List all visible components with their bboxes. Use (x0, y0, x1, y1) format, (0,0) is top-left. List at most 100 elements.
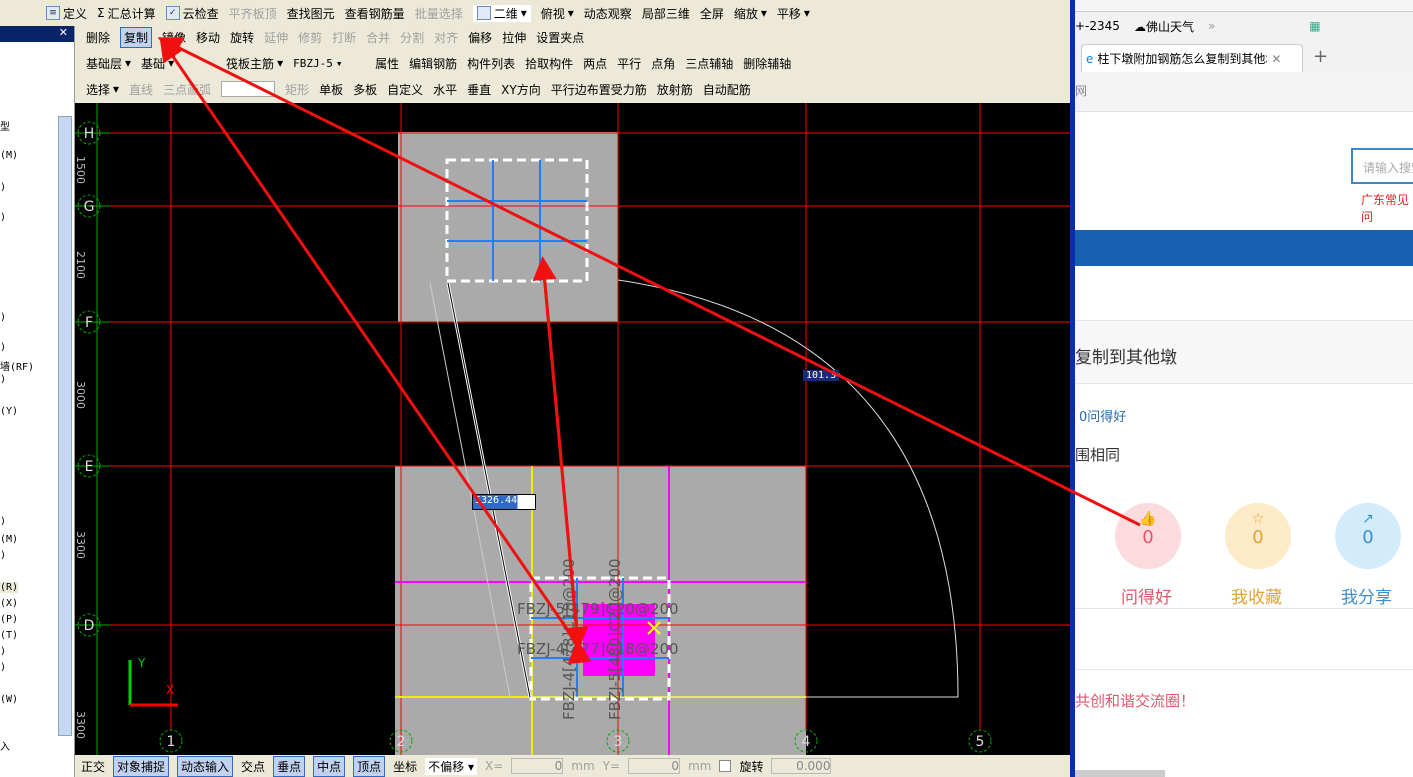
toolbar-item[interactable]: 平齐板顶 (229, 5, 277, 22)
multi-slab-button[interactable]: 多板 (353, 81, 377, 98)
rotate-checkbox[interactable] (719, 760, 732, 772)
parallel-button[interactable]: 平行 (617, 55, 641, 72)
toolbar-item[interactable]: 动态观察 (584, 5, 632, 22)
tree-item[interactable]: ) (0, 212, 6, 223)
two-point-button[interactable]: 两点 (583, 55, 607, 72)
browser-tab[interactable]: e 柱下墩附加钢筋怎么复制到其他墩 ✕ (1081, 44, 1303, 72)
set-grip-button[interactable]: 设置夹点 (536, 29, 584, 46)
type-select[interactable]: 筏板主筋 ▾ (226, 55, 283, 72)
toolbar-item[interactable]: 查找图元 (287, 5, 335, 22)
tree-item[interactable]: ) (0, 312, 6, 323)
rotate-button[interactable]: 旋转 (230, 29, 254, 46)
coordinate-toggle[interactable]: 坐标 (393, 758, 417, 775)
tree-item[interactable]: ) (0, 182, 6, 193)
line-button[interactable]: 直线 (129, 81, 153, 98)
auto-rebar-button[interactable]: 自动配筋 (703, 81, 751, 98)
merge-button[interactable]: 合并 (366, 29, 390, 46)
toolbar-item[interactable]: ✓ 云检查 (165, 5, 219, 22)
toolbar-item[interactable]: 全屏 (700, 5, 724, 22)
ortho-toggle[interactable]: 正交 (81, 758, 105, 775)
point-angle-button[interactable]: 点角 (651, 55, 675, 72)
view-2d-dropdown[interactable]: 二维 ▾ (472, 4, 531, 22)
action-2-button[interactable]: ↗ 0 (1335, 503, 1401, 569)
component-list-button[interactable]: 构件列表 (467, 55, 515, 72)
cad-drawing[interactable]: FBZJ-5[479]C20@200 FBZJ-4[477]C18@200FBZJ… (75, 103, 1070, 755)
vertex-toggle[interactable]: 顶点 (353, 755, 386, 777)
copy-button[interactable]: 复制 (120, 26, 153, 48)
radial-rebar-button[interactable]: 放射筋 (657, 81, 693, 98)
align-button[interactable]: 对齐 (434, 29, 458, 46)
apps-icon[interactable]: ▦ (1309, 19, 1320, 33)
close-tab-icon[interactable]: ✕ (1271, 52, 1281, 66)
toolbar-item[interactable]: Σ 汇总计算 (97, 5, 156, 22)
dynamic-input-toggle[interactable]: 动态输入 (177, 755, 234, 777)
toolbar-item[interactable]: ≡ 定义 (46, 5, 87, 22)
offset-button[interactable]: 偏移 (468, 29, 492, 46)
midpoint-toggle[interactable]: 中点 (313, 755, 346, 777)
tree-item[interactable]: ) (0, 374, 6, 385)
tree-item[interactable]: ) (0, 662, 6, 673)
tree-item[interactable]: ) (0, 342, 6, 353)
pick-component-button[interactable]: 拾取构件 (525, 55, 573, 72)
arc-button[interactable]: 三点画弧 (163, 81, 211, 98)
tree-item[interactable]: (P) (0, 614, 18, 625)
break-button[interactable]: 打断 (332, 29, 356, 46)
single-slab-button[interactable]: 单板 (319, 81, 343, 98)
tree-item[interactable]: ) (0, 516, 6, 527)
more-icon[interactable]: » (1208, 19, 1215, 33)
tree-item[interactable]: (T) (0, 630, 18, 641)
stretch-button[interactable]: 拉伸 (502, 29, 526, 46)
trim-button[interactable]: 修剪 (298, 29, 322, 46)
tree-item[interactable]: (W) (0, 694, 18, 705)
snap-toggle[interactable]: 对象捕捉 (113, 755, 170, 777)
tree-item[interactable]: (M) (0, 534, 18, 545)
blank-select[interactable] (221, 81, 276, 97)
rect-button[interactable]: 矩形 (285, 81, 309, 98)
category-select[interactable]: 基础 ▾ (141, 55, 216, 72)
toolbar-item[interactable]: 批量选择 (415, 5, 463, 22)
search-input[interactable]: 请输入搜索 (1351, 148, 1413, 184)
component-select[interactable]: FBZJ-5 ▾ (293, 57, 365, 70)
tree-item[interactable]: (M) (0, 150, 18, 161)
horizontal-scrollbar[interactable] (1075, 770, 1165, 777)
vertical-button[interactable]: 垂直 (467, 81, 491, 98)
floor-select[interactable]: 基础层 ▾ (86, 55, 131, 72)
tree-item[interactable]: 型 (0, 118, 10, 133)
tree-item[interactable]: (X) (0, 598, 18, 609)
good-count[interactable]: 0问得好 (1079, 406, 1126, 425)
properties-button[interactable]: 属性 (375, 55, 399, 72)
offset-mode-select[interactable]: 不偏移 ▾ (425, 757, 477, 775)
panel-close[interactable]: ✕ (0, 26, 74, 42)
x-input[interactable]: 0 (511, 758, 564, 774)
rotate-input[interactable]: 0.000 (771, 758, 832, 774)
extend-button[interactable]: 延伸 (264, 29, 288, 46)
toolbar-item[interactable]: 俯视 ▾ (541, 5, 574, 22)
xy-direction-button[interactable]: XY方向 (501, 81, 541, 98)
hot-link[interactable]: 广东常见问 (1361, 191, 1413, 225)
toolbar-item[interactable]: 平移 ▾ (777, 5, 810, 22)
action-0-button[interactable]: 👍 0 (1115, 503, 1181, 569)
bookmark[interactable]: +-2345 (1075, 19, 1120, 33)
split-button[interactable]: 分割 (400, 29, 424, 46)
perpendicular-toggle[interactable]: 垂点 (273, 755, 306, 777)
drawing-canvas[interactable]: FBZJ-5[479]C20@200 FBZJ-4[477]C18@200 FBZJ… (75, 103, 1070, 755)
toolbar-item[interactable]: 局部三维 (642, 5, 690, 22)
action-1-button[interactable]: ☆ 0 (1225, 503, 1291, 569)
delete-axis-button[interactable]: 删除辅轴 (743, 55, 791, 72)
tree-item[interactable]: ) (0, 550, 6, 561)
tree-item[interactable]: ) (0, 646, 6, 657)
three-point-axis-button[interactable]: 三点辅轴 (685, 55, 733, 72)
horizontal-button[interactable]: 水平 (433, 81, 457, 98)
intersection-toggle[interactable]: 交点 (241, 758, 265, 775)
tree-item[interactable]: 墙(RF) (0, 358, 34, 373)
custom-button[interactable]: 自定义 (387, 81, 423, 98)
tree-item[interactable]: (Y) (0, 406, 18, 417)
toolbar-item[interactable]: 缩放 ▾ (734, 5, 767, 22)
scrollbar[interactable] (58, 116, 72, 736)
parallel-edge-button[interactable]: 平行边布置受力筋 (551, 81, 647, 98)
y-input[interactable]: 0 (628, 758, 681, 774)
toolbar-item[interactable]: 查看钢筋量 (345, 5, 405, 22)
bookmark-weather[interactable]: ☁佛山天气 (1134, 18, 1194, 35)
new-tab-button[interactable]: + (1313, 46, 1328, 67)
delete-button[interactable]: 删除 (86, 29, 110, 46)
